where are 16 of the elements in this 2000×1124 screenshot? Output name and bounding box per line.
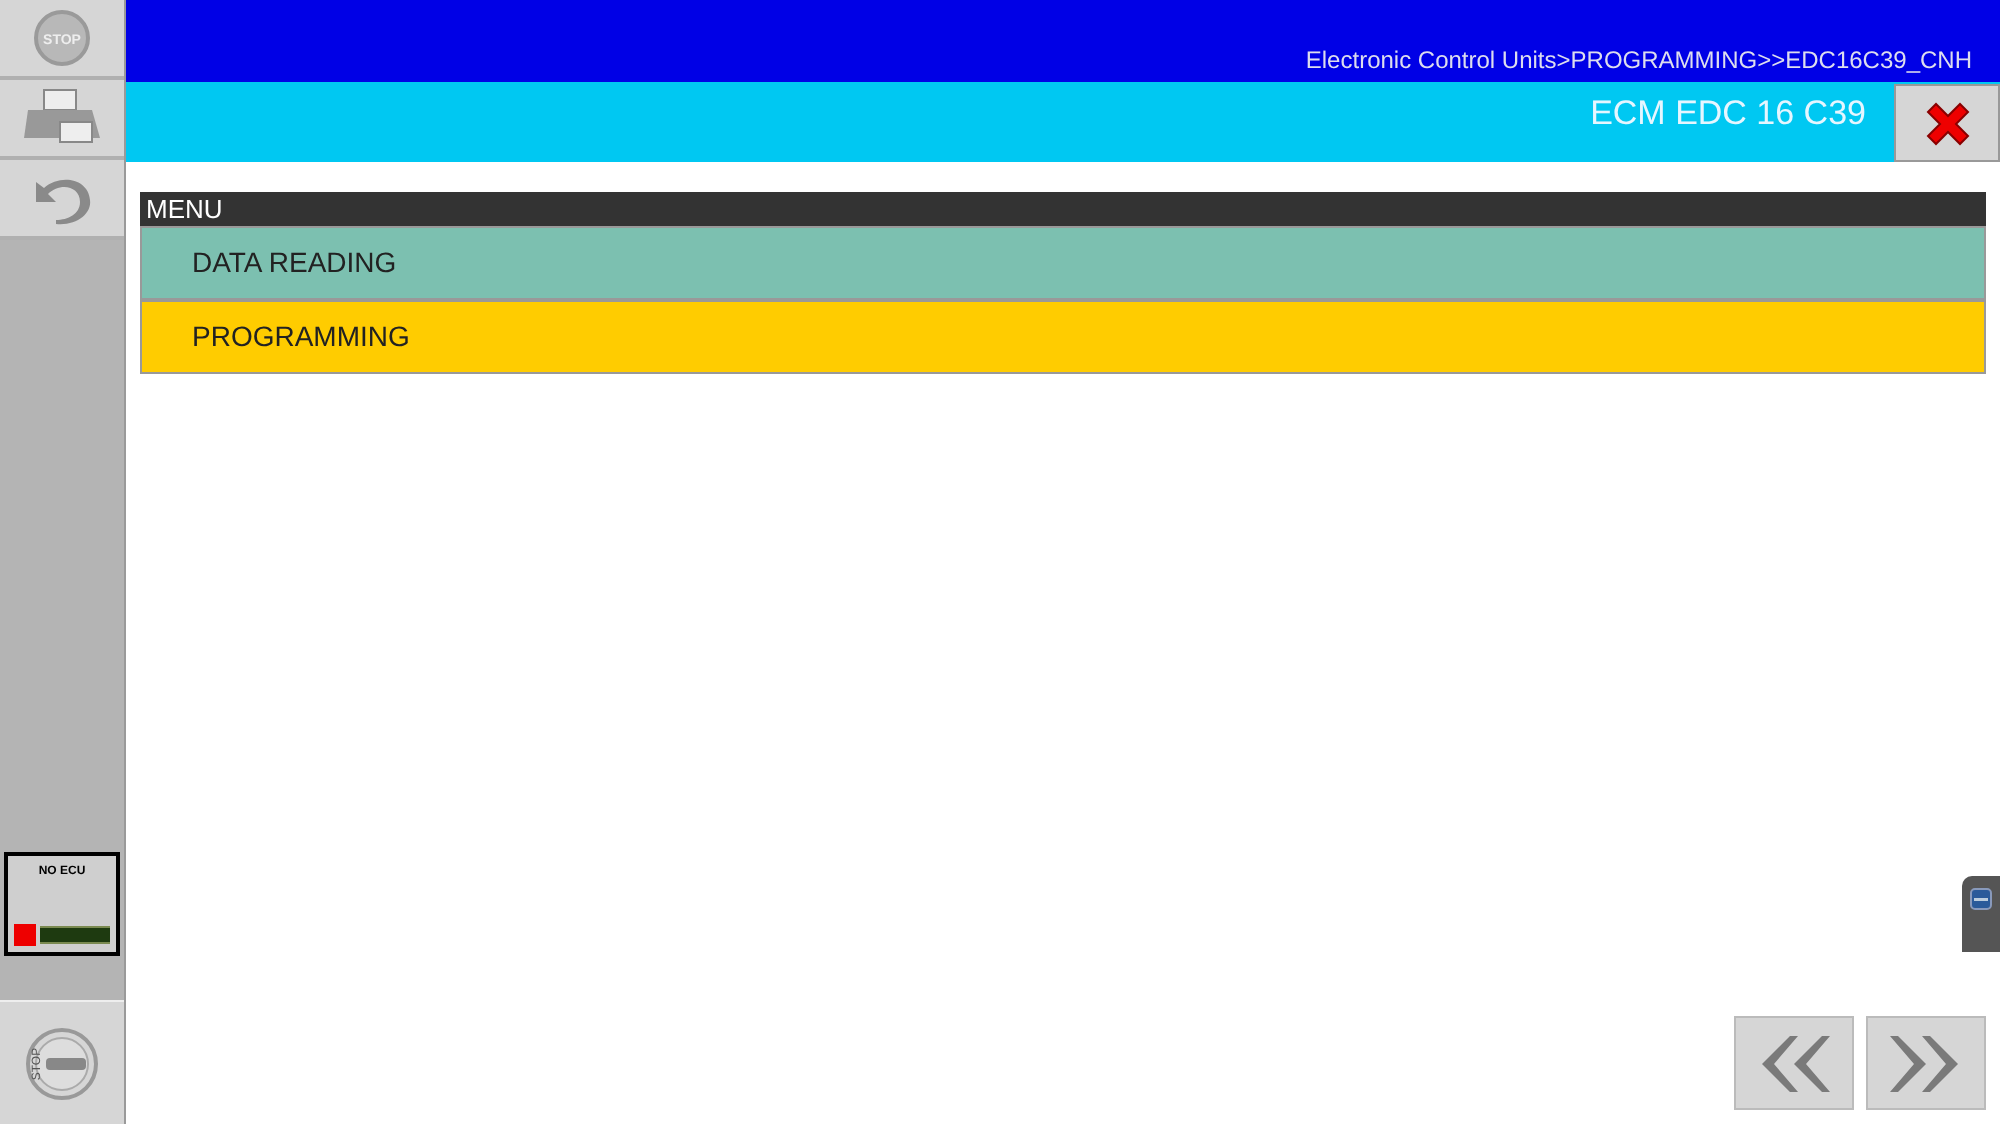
page-title: ECM EDC 16 C39 [1590,92,1866,136]
double-left-arrow-icon [1758,1031,1830,1095]
tab-icon [1970,888,1992,910]
previous-button[interactable] [1734,1016,1854,1110]
menu-item[interactable]: PROGRAMMING [140,300,1986,374]
close-button[interactable] [1894,84,2000,162]
double-right-arrow-icon [1890,1031,1962,1095]
breadcrumb: Electronic Control Units>PROGRAMMING>>EDC16C39_CNH [1305,48,1972,72]
next-button[interactable] [1866,1016,1986,1110]
menu-item[interactable]: DATA READING [140,226,1986,300]
signal-bar [40,926,110,944]
side-tab[interactable] [1962,876,2000,952]
undo-button[interactable] [0,160,124,240]
close-icon [1921,97,1973,149]
print-button[interactable] [0,80,124,160]
menu-header: MENU [140,192,1986,226]
